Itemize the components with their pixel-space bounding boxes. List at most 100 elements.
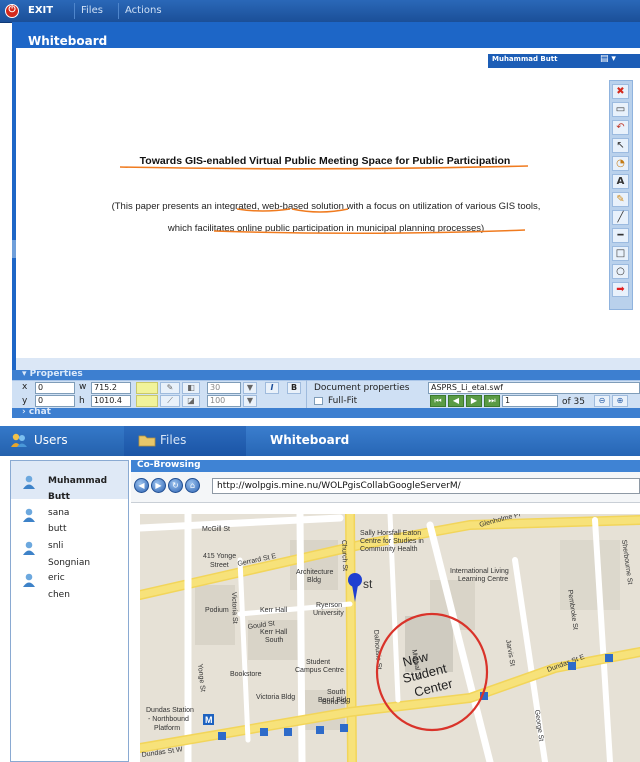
font-size-field[interactable]: 30 [207,382,241,394]
files-tab-label: Files [160,433,187,447]
user-first-name[interactable]: eric [48,573,65,583]
highlight-line-icon[interactable]: ━ [612,228,629,243]
font-size-dropdown-icon[interactable]: ▼ [243,382,257,394]
whiteboard-annotations [119,165,529,235]
chat-bar[interactable] [12,408,640,418]
url-field[interactable]: http://wolpgis.mine.nu/WOLPgisCollabGoog… [212,478,640,494]
back-icon[interactable]: ◀ [134,478,149,493]
zoom-in-icon[interactable]: ⊕ [612,395,628,407]
svg-text:McGill St: McGill St [202,526,230,533]
zoom-out-icon[interactable]: ⊖ [594,395,610,407]
document-properties-label: Document properties [314,383,410,393]
rectangle-icon[interactable]: □ [612,246,629,261]
prev-page-icon[interactable]: ◀ [448,395,464,407]
properties-title[interactable]: ▾ Properties [22,369,83,379]
last-page-icon[interactable]: ⏭ [484,395,500,407]
first-page-icon[interactable]: ⏮ [430,395,446,407]
phrase-underline [213,229,526,235]
svg-text:Church St: Church St [340,540,348,571]
svg-text:Platform: Platform [154,725,180,732]
drawing-toolbar: ✖ ▭ ↶ ↖ ◔ A ✎ ╱ ━ □ ○ ➡ [609,80,633,310]
user-icon [23,508,35,522]
fullfit-label: Full-Fit [328,396,358,406]
stroke-icon[interactable]: ◪ [182,395,200,407]
arrow-icon[interactable]: ➡ [612,282,629,297]
opacity-dropdown-icon[interactable]: ▼ [243,395,257,407]
svg-text:Campus Centre: Campus Centre [295,667,344,674]
users-icon [10,432,28,448]
bold-button[interactable]: B [287,382,301,394]
map-marker-head [348,573,362,587]
svg-text:Dundas Station: Dundas Station [146,707,194,714]
page-icon[interactable]: ▭ [612,102,629,117]
user-last-name[interactable]: Butt [48,492,70,502]
x-label: x [22,382,28,392]
svg-text:415 Yonge: 415 Yonge [203,553,236,560]
properties-header[interactable] [12,370,640,380]
italic-button[interactable]: I [265,382,279,394]
pencil-icon[interactable]: ✎ [612,192,629,207]
title-underline [119,165,529,170]
pointer-icon[interactable]: ↖ [612,138,629,153]
svg-text:Podium: Podium [205,607,229,614]
page-number-field[interactable]: 1 [502,395,558,407]
word-underline-webbased [291,208,349,213]
svg-text:Sally Horsfall Eaton: Sally Horsfall Eaton [360,530,421,537]
opacity-field[interactable]: 100 [207,395,241,407]
h-label: h [79,396,85,406]
ellipse-icon[interactable]: ○ [612,264,629,279]
line-icon[interactable]: ╱ [612,210,629,225]
fill-color-swatch[interactable] [136,382,158,394]
user-icon [23,475,35,489]
next-page-icon[interactable]: ▶ [466,395,482,407]
home-icon[interactable]: ⌂ [185,478,200,493]
whiteboard-tab-label: Whiteboard [270,433,350,447]
y-field[interactable]: 0 [35,395,75,407]
document-file-field[interactable]: ASPRS_Li_etal.swf [428,382,640,394]
height-field[interactable]: 1010.4 [91,395,131,407]
user-first-name[interactable]: snli [48,541,63,551]
svg-text:- Northbound: - Northbound [148,716,189,723]
user-first-name[interactable]: Muhammad [48,476,107,486]
page-count: of 35 [562,397,585,407]
svg-text:Ryerson: Ryerson [316,602,342,609]
svg-text:Bookstore: Bookstore [230,671,262,678]
fill-icon[interactable]: ◧ [182,382,200,394]
svg-text:Victoria St: Victoria St [230,592,238,624]
word-underline-integrated [236,208,291,212]
svg-text:International Living: International Living [450,568,509,575]
refresh-icon[interactable]: ↻ [168,478,183,493]
close-icon[interactable]: ✖ [612,84,629,99]
svg-text:Bond Bldg: Bond Bldg [318,697,350,704]
svg-text:Architecture: Architecture [296,569,333,576]
stroke-color-swatch[interactable] [136,395,158,407]
user-icon [23,541,35,555]
zoom-icon[interactable]: ◔ [612,156,629,171]
chat-toggle[interactable]: › chat [22,407,51,417]
user-last-name[interactable]: butt [48,524,66,534]
forward-icon[interactable]: ▶ [151,478,166,493]
map-view[interactable]: McGill St Gerrard St E Church St Jarvis … [140,514,640,762]
svg-text:Community Health: Community Health [360,546,418,553]
x-field[interactable]: 0 [35,382,75,394]
pencil-color-icon[interactable]: ✎ [160,382,180,394]
chat-label: chat [28,407,51,417]
divider [306,380,307,408]
text-icon[interactable]: A [612,174,629,189]
svg-text:Bldg: Bldg [307,577,321,584]
cobrowse-header [131,460,640,472]
svg-text:University: University [313,610,344,617]
user-first-name[interactable]: sana [48,508,69,518]
svg-text:Street: Street [210,562,229,569]
users-list: Muhammad Butt sana butt snli Songnian er… [10,460,129,762]
line-color-icon[interactable]: ⟋ [160,395,180,407]
w-label: w [79,382,87,392]
svg-text:Kerr Hall: Kerr Hall [260,607,288,614]
user-last-name[interactable]: chen [48,590,70,600]
user-last-name[interactable]: Songnian [48,558,90,568]
width-field[interactable]: 715.2 [91,382,131,394]
canvas-status-bar [16,358,640,370]
fullfit-checkbox[interactable] [314,397,323,405]
undo-icon[interactable]: ↶ [612,120,629,135]
svg-text:South: South [327,689,345,696]
